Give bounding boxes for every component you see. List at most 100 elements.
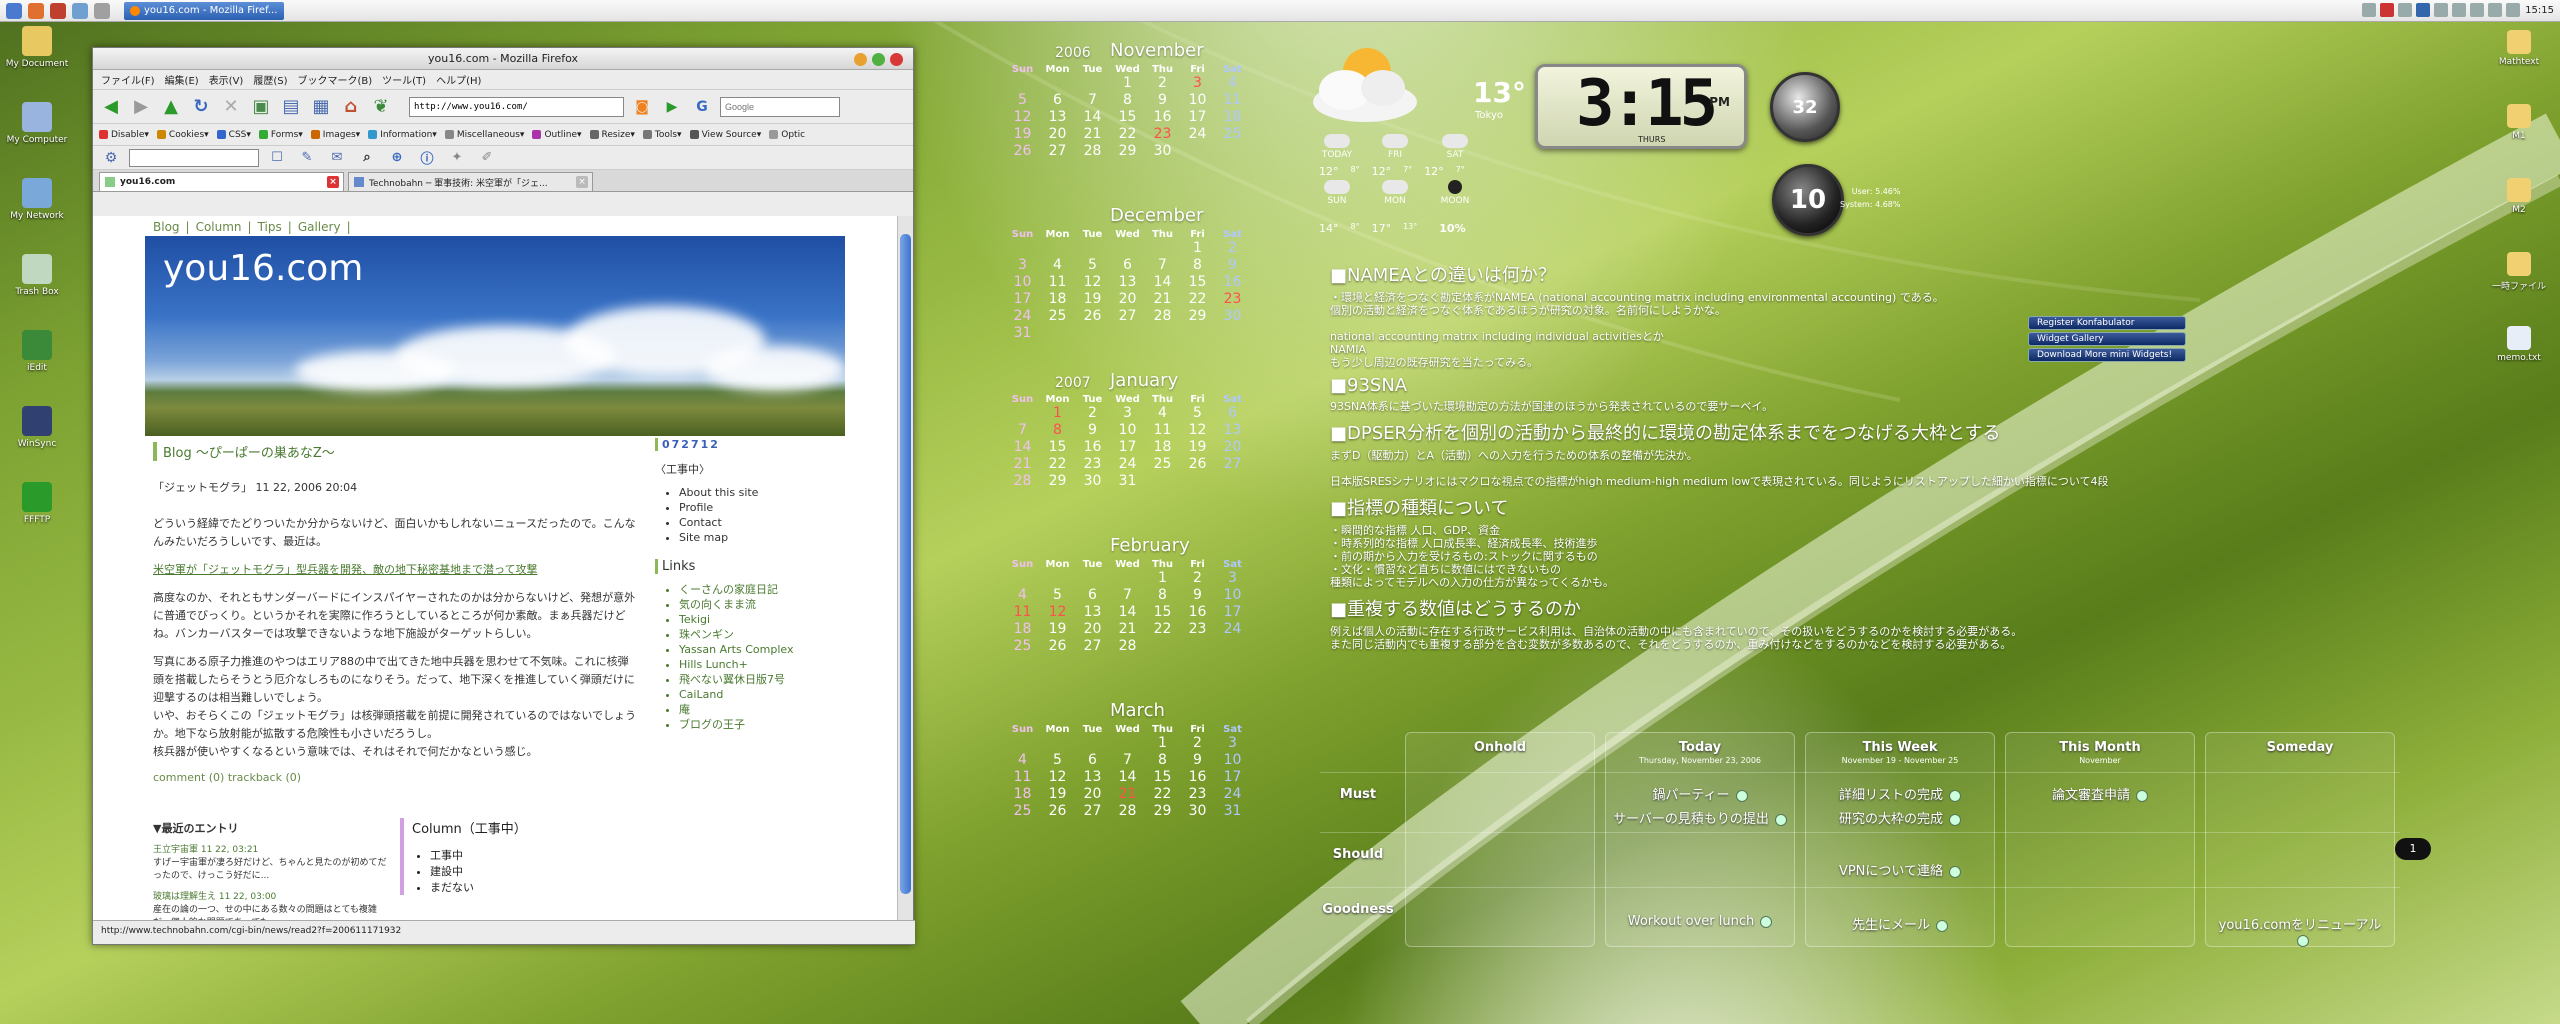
sidebar-link[interactable]: Profile <box>679 500 845 515</box>
dev-toolbar-menu[interactable]: Tools▾ <box>642 130 682 140</box>
calendar-day[interactable]: 27 <box>1110 308 1145 325</box>
calendar-day[interactable]: 25 <box>1005 638 1040 655</box>
calendar-day[interactable]: 4 <box>1005 587 1040 604</box>
calendar-day[interactable]: 26 <box>1075 308 1110 325</box>
calendar-day[interactable]: 18 <box>1215 109 1250 126</box>
calendar-day[interactable]: 30 <box>1180 803 1215 820</box>
calendar-day[interactable]: 22 <box>1180 291 1215 308</box>
firefox-launcher-icon[interactable] <box>28 2 44 19</box>
calendar-day[interactable]: 22 <box>1110 126 1145 143</box>
task-check-icon[interactable] <box>2136 789 2148 802</box>
desktop-icon[interactable]: memo.txt <box>2484 326 2554 363</box>
calendar-day[interactable]: 11 <box>1040 274 1075 291</box>
external-link[interactable]: 珠ペンギン <box>679 627 845 642</box>
calendar-day[interactable]: 21 <box>1145 291 1180 308</box>
search-input[interactable] <box>720 96 840 117</box>
dev-toolbar-menu[interactable]: Disable▾ <box>99 130 149 140</box>
toolbar-icon[interactable]: ✉ <box>325 146 349 170</box>
menu-item[interactable]: ツール(T) <box>382 72 426 87</box>
calendar-day[interactable]: 21 <box>1075 126 1110 143</box>
task-board-sidetab[interactable]: 1 <box>2395 838 2431 860</box>
calendar-day[interactable]: 12 <box>1180 422 1215 439</box>
desktop-icon[interactable]: 一時ファイル <box>2484 252 2554 292</box>
calendar-day[interactable]: 4 <box>1145 405 1180 422</box>
task-item[interactable]: Workout over lunch <box>1610 914 1790 929</box>
window-titlebar[interactable]: you16.com - Mozilla Firefox <box>93 48 913 70</box>
tab-close-icon[interactable]: × <box>576 176 588 188</box>
forward-button[interactable]: ▶ <box>129 95 153 119</box>
external-link[interactable]: Yassan Arts Complex <box>679 642 845 657</box>
toolbar-input[interactable] <box>129 148 259 167</box>
leaf-icon[interactable]: ❦ <box>369 95 393 119</box>
dev-toolbar-menu[interactable]: Information▾ <box>368 130 437 140</box>
stop-button[interactable]: ✕ <box>219 95 243 119</box>
toolbar-icon[interactable]: ✦ <box>445 146 469 170</box>
calendar-day[interactable]: 8 <box>1110 92 1145 109</box>
calendar-day[interactable]: 18 <box>1145 439 1180 456</box>
calendar-day[interactable]: 24 <box>1215 786 1250 803</box>
tray-icon[interactable] <box>2398 3 2412 17</box>
calendar-day[interactable]: 13 <box>1075 604 1110 621</box>
calendar-day[interactable]: 20 <box>1110 291 1145 308</box>
dev-toolbar-menu[interactable]: Optic <box>769 130 805 140</box>
desktop-icon[interactable]: Mathtext <box>2484 30 2554 67</box>
desktop-icon[interactable]: M1 <box>2484 104 2554 141</box>
zoom-icon[interactable]: ⊕ <box>385 146 409 170</box>
toolbar-icon[interactable]: ☐ <box>265 146 289 170</box>
calendar-day[interactable]: 23 <box>1180 621 1215 638</box>
task-check-icon[interactable] <box>1949 813 1961 826</box>
task-check-icon[interactable] <box>1949 865 1962 878</box>
dev-toolbar-menu[interactable]: CSS▾ <box>216 130 251 140</box>
task-check-icon[interactable] <box>1774 813 1787 826</box>
calendar-day[interactable]: 9 <box>1145 92 1180 109</box>
calendar-day[interactable]: 28 <box>1075 143 1110 160</box>
external-link[interactable]: Tekigi <box>679 612 845 627</box>
calendar-day[interactable]: 22 <box>1145 621 1180 638</box>
browser-launcher-icon[interactable] <box>50 2 66 19</box>
calendar-day[interactable]: 24 <box>1005 308 1040 325</box>
calendar-day[interactable]: 1 <box>1145 735 1180 752</box>
calendar-day[interactable]: 16 <box>1180 604 1215 621</box>
external-link[interactable]: CaiLand <box>679 687 845 702</box>
calendar-day[interactable]: 26 <box>1040 638 1075 655</box>
search-engine-icon[interactable]: G <box>690 95 714 119</box>
tray-icon[interactable] <box>2452 3 2466 17</box>
task-check-icon[interactable] <box>2297 934 2309 947</box>
desktop-icon[interactable]: My Network <box>2 178 72 221</box>
calendar-day[interactable]: 24 <box>1180 126 1215 143</box>
calendar-day[interactable]: 7 <box>1110 587 1145 604</box>
calendar-day[interactable]: 21 <box>1110 621 1145 638</box>
calendar-day[interactable]: 26 <box>1180 456 1215 473</box>
external-link[interactable]: 飛べない翼休日版7号 <box>679 672 845 687</box>
site-title[interactable]: you16.com <box>163 248 363 289</box>
calendar-day[interactable]: 11 <box>1145 422 1180 439</box>
calendar-day[interactable]: 16 <box>1145 109 1180 126</box>
calendar-day[interactable]: 9 <box>1075 422 1110 439</box>
calendar-day[interactable]: 26 <box>1040 803 1075 820</box>
calendar-day[interactable]: 6 <box>1040 92 1075 109</box>
menu-item[interactable]: ファイル(F) <box>101 72 155 87</box>
calendar-day[interactable]: 15 <box>1110 109 1145 126</box>
site-nav-link[interactable]: Tips <box>258 220 282 234</box>
calendar-day[interactable]: 30 <box>1145 143 1180 160</box>
maximize-button[interactable] <box>872 53 885 66</box>
calendar-day[interactable]: 29 <box>1110 143 1145 160</box>
calendar-day[interactable]: 10 <box>1215 587 1250 604</box>
minimize-button[interactable] <box>854 53 867 66</box>
calendar-day[interactable]: 5 <box>1040 587 1075 604</box>
calendar-day[interactable]: 29 <box>1040 473 1075 490</box>
calendar-day[interactable]: 16 <box>1180 769 1215 786</box>
calendar-day[interactable]: 17 <box>1215 769 1250 786</box>
calendar-day[interactable]: 14 <box>1110 604 1145 621</box>
back-button[interactable]: ◀ <box>99 95 123 119</box>
calendar-day[interactable]: 5 <box>1005 92 1040 109</box>
calendar-day[interactable]: 7 <box>1110 752 1145 769</box>
reload-button[interactable]: ↻ <box>189 95 213 119</box>
calendar-day[interactable]: 15 <box>1145 769 1180 786</box>
desktop-icon[interactable]: WinSync <box>2 406 72 449</box>
calendar-day[interactable]: 1 <box>1145 570 1180 587</box>
launcher-icon[interactable] <box>72 2 88 19</box>
tray-icon[interactable] <box>2488 3 2502 17</box>
calendar-day[interactable]: 10 <box>1005 274 1040 291</box>
calendar-day[interactable]: 17 <box>1215 604 1250 621</box>
